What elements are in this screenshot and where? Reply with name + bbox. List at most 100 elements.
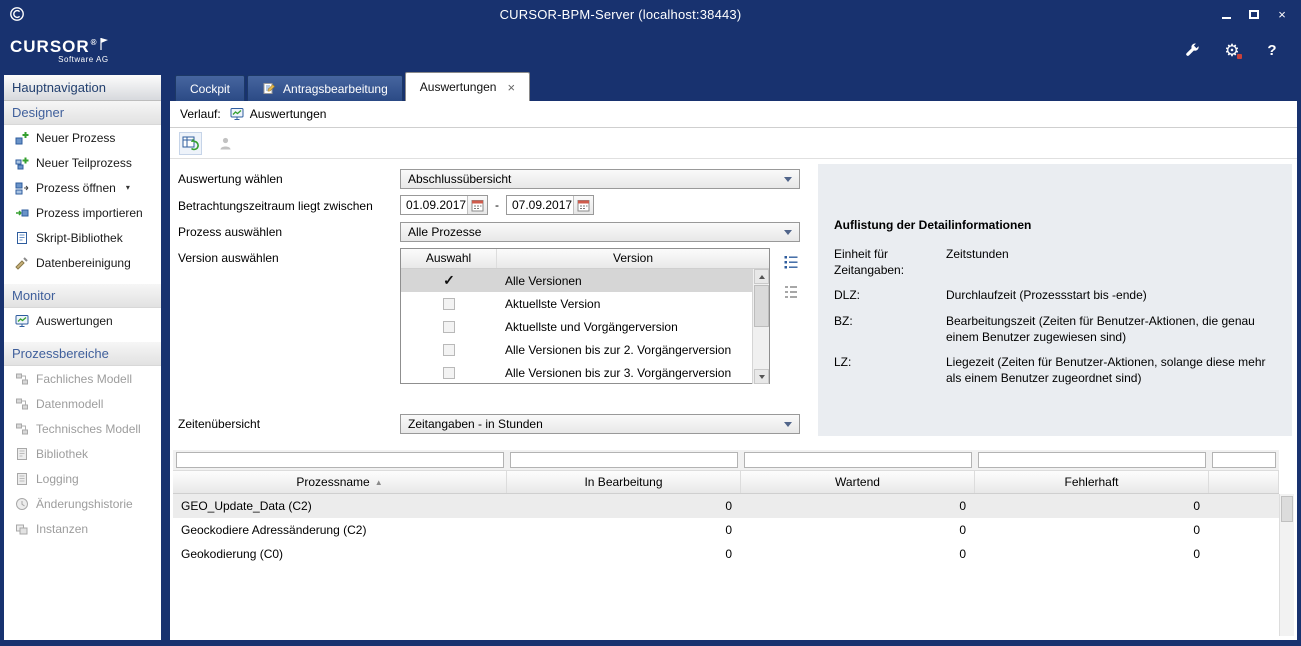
sidebar-item-prozess-oeffnen[interactable]: Prozess öffnen ▾ <box>4 175 161 200</box>
result-table-scrollbar[interactable] <box>1279 494 1294 636</box>
new-subprocess-icon <box>14 155 29 170</box>
scrollbar-thumb[interactable] <box>754 285 769 327</box>
version-row[interactable]: Aktuellste und Vorgängerversion <box>401 315 752 338</box>
calendar-button[interactable] <box>467 196 487 214</box>
filter-input[interactable] <box>176 452 504 468</box>
settings-gear-icon[interactable]: ⚙ <box>1221 39 1243 61</box>
sidebar-item-neuer-teilprozess[interactable]: Neuer Teilprozess <box>4 150 161 175</box>
date-from-input[interactable]: 01.09.2017 <box>401 196 467 214</box>
registered-mark: ® <box>91 38 98 47</box>
history-item-auswertungen[interactable]: Auswertungen <box>230 107 327 122</box>
column-header-in-bearbeitung[interactable]: In Bearbeitung <box>507 471 741 493</box>
column-label: Prozessname <box>296 475 369 489</box>
data-cleanup-icon <box>14 255 29 270</box>
date-to-input[interactable]: 07.09.2017 <box>507 196 573 214</box>
version-list-tools <box>782 253 800 301</box>
table-row[interactable]: Geokodierung (C0) 0 0 0 <box>173 542 1279 566</box>
calendar-icon <box>577 199 590 212</box>
calendar-button[interactable] <box>573 196 593 214</box>
sidebar-item-datenbereinigung[interactable]: Datenbereinigung <box>4 250 161 275</box>
column-header-fehlerhaft[interactable]: Fehlerhaft <box>975 471 1209 493</box>
version-row[interactable]: Alle Versionen bis zur 2. Vorgängerversi… <box>401 338 752 361</box>
tab-close-icon[interactable]: × <box>507 81 515 94</box>
cell-empty <box>1209 542 1279 566</box>
checkbox-icon[interactable] <box>443 367 455 379</box>
info-entry: Einheit für Zeitangaben: Zeitstunden <box>834 246 1276 278</box>
refresh-report-button[interactable] <box>179 132 202 155</box>
checkbox-checked-icon[interactable]: ✓ <box>443 275 455 287</box>
sidebar-item-technisches-modell[interactable]: Technisches Modell <box>4 416 161 441</box>
sidebar-item-aenderungshistorie[interactable]: Änderungshistorie <box>4 491 161 516</box>
wrench-icon[interactable] <box>1181 39 1203 61</box>
version-row[interactable]: ✓ Alle Versionen <box>401 269 752 292</box>
sidebar-item-skript-bibliothek[interactable]: Skript-Bibliothek <box>4 225 161 250</box>
version-table-body: ✓ Alle Versionen Aktuellste Version Aktu… <box>401 269 769 384</box>
sidebar-item-instanzen[interactable]: Instanzen <box>4 516 161 541</box>
header-toolbar: ⚙ ? <box>1181 39 1283 61</box>
result-table-header: Prozessname ▲ In Bearbeitung Wartend Feh… <box>173 470 1279 494</box>
sidebar-item-prozess-importieren[interactable]: Prozess importieren <box>4 200 161 225</box>
filter-input[interactable] <box>978 452 1206 468</box>
version-scrollbar[interactable] <box>752 269 769 384</box>
table-row[interactable]: Geockodiere Adressänderung (C2) 0 0 0 <box>173 518 1279 542</box>
version-label: Version auswählen <box>178 251 279 265</box>
filter-input[interactable] <box>510 452 738 468</box>
info-panel-title: Auflistung der Detailinformationen <box>834 218 1276 232</box>
scroll-down-icon[interactable] <box>754 369 769 384</box>
table-row[interactable]: GEO_Update_Data (C2) 0 0 0 <box>173 494 1279 518</box>
scroll-up-icon[interactable] <box>754 269 769 284</box>
column-header-prozessname[interactable]: Prozessname ▲ <box>173 471 507 493</box>
prozess-select[interactable]: Alle Prozesse <box>400 222 800 242</box>
tab-antragsbearbeitung[interactable]: Antragsbearbeitung <box>247 75 403 101</box>
sidebar-item-label: Auswertungen <box>36 314 113 328</box>
titlebar: CURSOR-BPM-Server (localhost:38443) × <box>0 0 1301 28</box>
select-all-list-button[interactable] <box>782 253 800 271</box>
close-button[interactable]: × <box>1271 5 1293 23</box>
zeitraum-label: Betrachtungszeitraum liegt zwischen <box>178 199 373 213</box>
info-term: BZ: <box>834 313 946 345</box>
monitor-chart-icon <box>230 107 245 122</box>
export-user-button[interactable] <box>214 132 237 155</box>
version-row[interactable]: Aktuellste Version <box>401 292 752 315</box>
column-label: Wartend <box>835 475 880 489</box>
sidebar-item-fachliches-modell[interactable]: Fachliches Modell <box>4 366 161 391</box>
sidebar-section-prozessbereiche: Prozessbereiche <box>4 342 161 366</box>
column-header-wartend[interactable]: Wartend <box>741 471 975 493</box>
version-row-label: Alle Versionen bis zur 2. Vorgängerversi… <box>497 343 752 357</box>
checkbox-icon[interactable] <box>443 298 455 310</box>
filter-input[interactable] <box>744 452 972 468</box>
zeiten-select[interactable]: Zeitangaben - in Stunden <box>400 414 800 434</box>
sidebar-item-auswertungen[interactable]: Auswertungen <box>4 308 161 333</box>
window-title: CURSOR-BPM-Server (localhost:38443) <box>26 7 1215 22</box>
sidebar-item-label: Prozess öffnen <box>36 181 116 195</box>
sidebar: Hauptnavigation Designer Neuer Prozess N… <box>4 75 161 640</box>
date-from-field: 01.09.2017 <box>400 195 488 215</box>
tab-cockpit[interactable]: Cockpit <box>175 75 245 101</box>
history-label: Verlauf: <box>180 107 221 121</box>
sidebar-item-datenmodell[interactable]: Datenmodell <box>4 391 161 416</box>
minimize-button[interactable] <box>1215 5 1237 23</box>
maximize-button[interactable] <box>1243 5 1265 23</box>
sidebar-item-neuer-prozess[interactable]: Neuer Prozess <box>4 125 161 150</box>
scrollbar-thumb[interactable] <box>1281 496 1293 522</box>
history-bar: Verlauf: Auswertungen <box>170 101 1297 128</box>
sidebar-item-label: Logging <box>36 472 79 486</box>
help-icon[interactable]: ? <box>1261 39 1283 61</box>
cell-empty <box>1209 494 1279 518</box>
deselect-list-button[interactable] <box>782 283 800 301</box>
column-label: Fehlerhaft <box>1064 475 1118 489</box>
sidebar-item-logging[interactable]: Logging <box>4 466 161 491</box>
cell-fehlerhaft: 0 <box>975 494 1209 518</box>
form-pencil-icon <box>262 81 277 96</box>
sidebar-item-bibliothek[interactable]: Bibliothek <box>4 441 161 466</box>
checkbox-icon[interactable] <box>443 321 455 333</box>
auswertung-select[interactable]: Abschlussübersicht <box>400 169 800 189</box>
version-row[interactable]: Alle Versionen bis zur 3. Vorgängerversi… <box>401 361 752 384</box>
sidebar-item-label: Bibliothek <box>36 447 88 461</box>
filter-input[interactable] <box>1212 452 1276 468</box>
library-icon <box>14 446 29 461</box>
checkbox-icon[interactable] <box>443 344 455 356</box>
open-process-icon <box>14 180 29 195</box>
tab-auswertungen[interactable]: Auswertungen × <box>405 72 530 101</box>
cell-wartend: 0 <box>741 542 975 566</box>
